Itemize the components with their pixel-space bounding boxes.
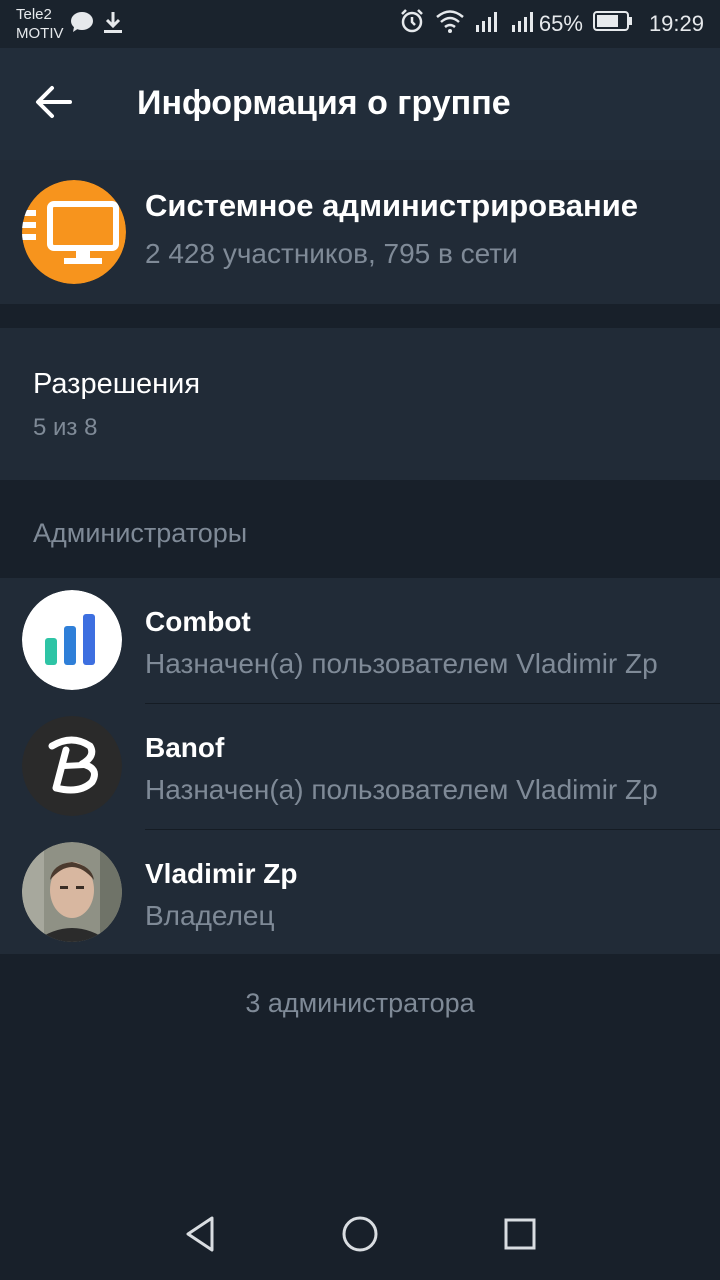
avatar — [22, 590, 122, 690]
monitor-icon — [22, 180, 126, 284]
admin-row-banof[interactable]: Banof Назначен(а) пользователем Vladimir… — [0, 704, 720, 829]
arrow-left-icon — [34, 84, 74, 125]
bar-chart-icon — [22, 590, 122, 690]
signal-icon — [475, 9, 501, 39]
group-header[interactable]: Системное администрирование 2 428 участн… — [0, 160, 720, 304]
nav-back-button[interactable] — [178, 1214, 222, 1258]
wifi-icon — [435, 9, 465, 39]
carrier-label: Tele2 MOTIV — [16, 6, 64, 42]
clock: 19:29 — [648, 11, 704, 36]
battery-icon — [592, 10, 633, 38]
back-triangle-icon — [182, 1214, 218, 1259]
back-button[interactable] — [26, 76, 82, 132]
admin-role: Владелец — [145, 900, 275, 931]
user-photo — [22, 842, 122, 942]
admins-count: 3 администратора — [245, 988, 475, 1018]
admin-role: Назначен(а) пользователем Vladimir Zp — [145, 648, 658, 679]
permissions-item[interactable]: Разрешения 5 из 8 — [0, 328, 720, 480]
admin-role: Назначен(а) пользователем Vladimir Zp — [145, 774, 658, 805]
signal-icon — [511, 9, 537, 39]
avatar — [22, 716, 122, 816]
permissions-title: Разрешения — [33, 368, 201, 400]
status-bar: Tele2 MOTIV 65% 19:29 — [0, 0, 720, 48]
nav-recents-button[interactable] — [498, 1214, 542, 1258]
admin-row-vladimir[interactable]: Vladimir Zp Владелец — [0, 830, 720, 955]
admin-name: Banof — [145, 732, 225, 763]
nav-home-button[interactable] — [338, 1214, 382, 1258]
permissions-count: 5 из 8 — [33, 414, 98, 441]
page-title: Информация о группе — [137, 84, 511, 122]
letter-b-icon — [22, 716, 122, 816]
admins-section-header: Администраторы — [33, 518, 248, 548]
group-name: Системное администрирование — [145, 188, 639, 223]
avatar — [22, 842, 122, 942]
home-circle-icon — [340, 1214, 380, 1259]
download-icon — [102, 10, 124, 39]
chat-bubble-icon — [70, 11, 94, 38]
toolbar: Информация о группе — [0, 48, 720, 160]
recents-square-icon — [502, 1216, 538, 1257]
alarm-icon — [399, 8, 425, 40]
admin-name: Combot — [145, 606, 251, 637]
group-member-stats: 2 428 участников, 795 в сети — [145, 238, 518, 269]
admins-list: Combot Назначен(а) пользователем Vladimi… — [0, 578, 720, 954]
navigation-bar — [0, 1190, 720, 1280]
battery-percent: 65% — [538, 11, 583, 36]
admin-name: Vladimir Zp — [145, 858, 298, 889]
admin-row-combot[interactable]: Combot Назначен(а) пользователем Vladimi… — [0, 578, 720, 703]
group-avatar[interactable] — [22, 180, 126, 284]
